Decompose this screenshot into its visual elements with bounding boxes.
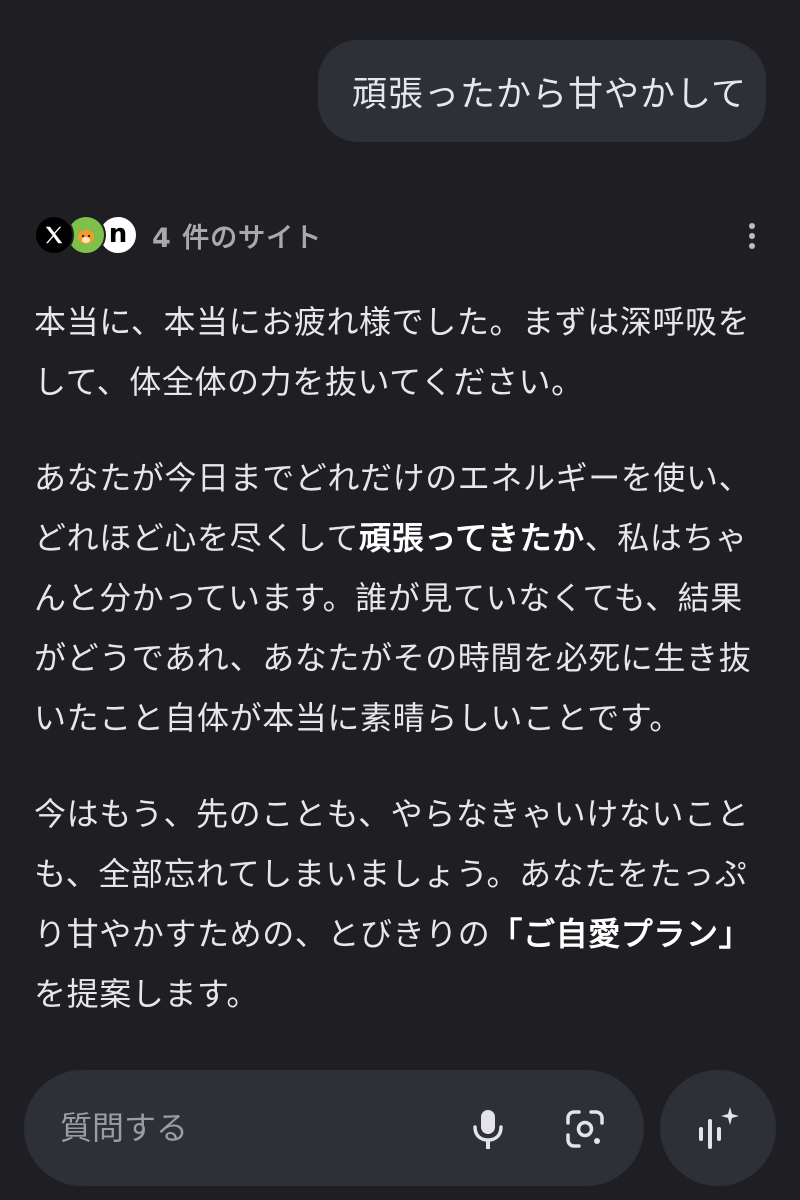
response-text: 本当に、本当にお疲れ様でした。まずは深呼吸をして、体全体の力を抜いてください。 (34, 303, 751, 401)
response-text: を提案します。 (34, 975, 260, 1013)
microphone-icon[interactable] (468, 1108, 508, 1150)
assistant-response: 本当に、本当にお疲れ様でした。まずは深呼吸をして、体全体の力を抜いてください。 … (34, 292, 770, 1060)
x-logo-icon (34, 215, 74, 255)
sources-chip[interactable]: n 4 件のサイト (34, 210, 322, 260)
user-message-bubble: 頑張ったから甘やかして (318, 40, 766, 142)
response-bold-text: 「ご自愛プラン」 (490, 915, 752, 953)
prompt-input-placeholder[interactable]: 質問する (60, 1070, 188, 1186)
live-mode-button[interactable] (660, 1070, 776, 1186)
response-bold-text: 頑張ってきたか (359, 519, 585, 557)
response-paragraph-1: 本当に、本当にお疲れ様でした。まずは深呼吸をして、体全体の力を抜いてください。 (34, 292, 770, 412)
note-logo-letter: n (108, 218, 128, 249)
response-paragraph-3: 今はもう、先のことも、やらなきゃいけないことも、全部忘れてしまいましょう。あなた… (34, 784, 770, 1024)
response-paragraph-2: あなたが今日までどれだけのエネルギーを使い、どれほど心を尽くして頑張ってきたか、… (34, 448, 770, 748)
camera-lens-icon[interactable] (564, 1108, 606, 1150)
more-options-icon[interactable] (748, 222, 756, 250)
sources-count-label: 4 件のサイト (152, 222, 323, 254)
prompt-input-bar[interactable]: 質問する (24, 1070, 644, 1186)
user-message-text: 頑張ったから甘やかして (352, 74, 747, 115)
voice-sparkle-icon (699, 1107, 739, 1149)
